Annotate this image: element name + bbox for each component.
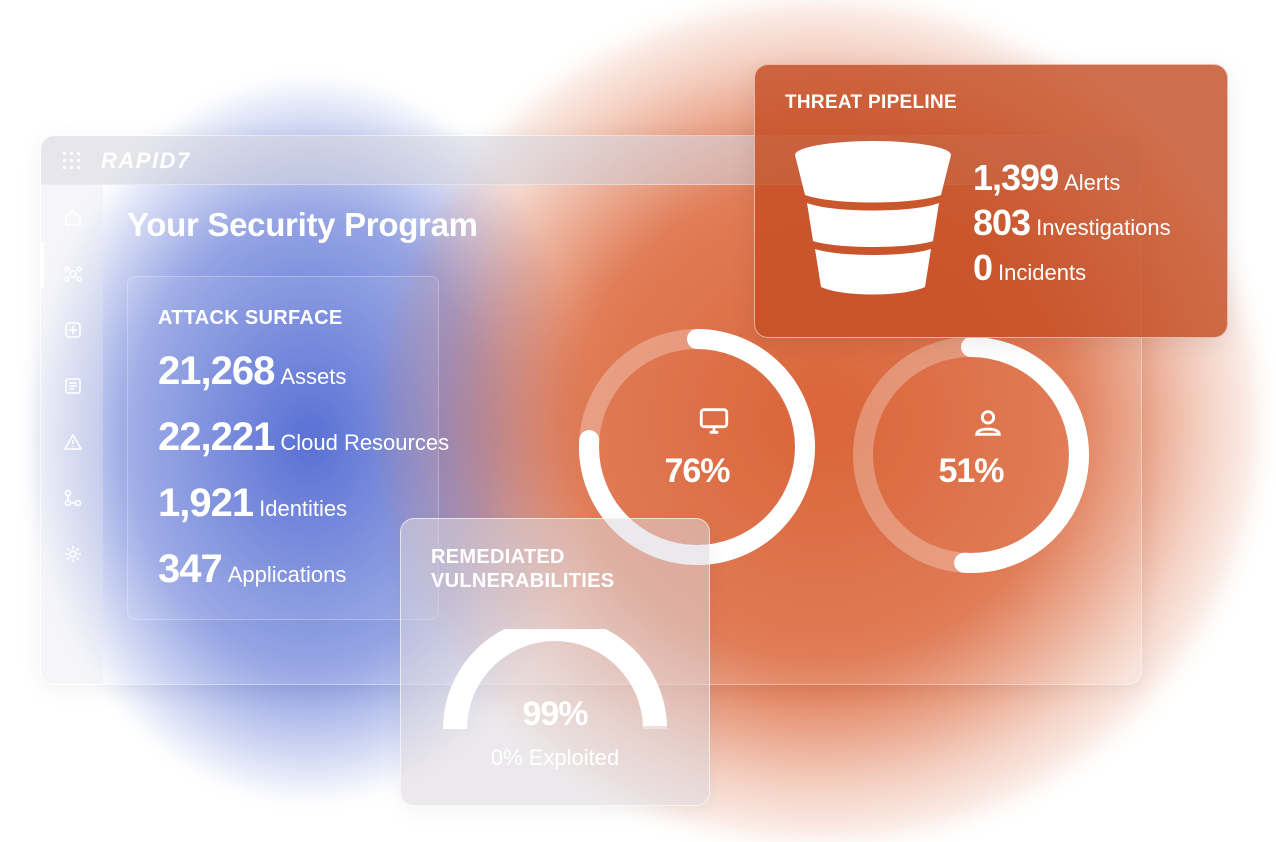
home-icon[interactable] xyxy=(63,208,83,228)
stat-label: Alerts xyxy=(1064,170,1121,195)
exploited-subtext: 0% Exploited xyxy=(490,745,620,770)
stat-label: Investigations xyxy=(1036,215,1171,240)
threat-pipeline-card: THREAT PIPELINE 1,399 Alerts 803 Investiga… xyxy=(754,64,1228,338)
stat-label: Identities xyxy=(259,496,348,521)
funnel-icon xyxy=(793,137,953,312)
page-title: Your Security Program xyxy=(127,206,478,243)
stat-value: 347 xyxy=(158,547,223,591)
stat-value: 22,221 xyxy=(158,415,275,459)
stat-label: Cloud Resources xyxy=(280,430,450,455)
stat-value: 21,268 xyxy=(158,349,275,393)
remediated-vulnerabilities-card: REMEDIATED VULNERABILITIES 99% 0% Exploi… xyxy=(400,518,710,806)
stat-assets: 21,268 Assets xyxy=(158,349,346,394)
alert-icon[interactable] xyxy=(63,432,83,452)
add-box-icon[interactable] xyxy=(63,320,83,340)
remediated-percent: 99% xyxy=(522,695,588,733)
stat-incidents: 0 Incidents xyxy=(973,247,1086,289)
threat-pipeline-heading: THREAT PIPELINE xyxy=(785,92,957,113)
settings-icon[interactable] xyxy=(63,544,83,564)
document-icon[interactable] xyxy=(63,376,83,396)
remediated-heading: REMEDIATED VULNERABILITIES xyxy=(431,546,615,592)
stat-applications: 347 Applications xyxy=(158,547,346,592)
donut-percent: 76% xyxy=(664,452,730,490)
stat-identities: 1,921 Identities xyxy=(158,481,347,526)
stat-alerts: 1,399 Alerts xyxy=(973,157,1120,199)
stat-value: 1,399 xyxy=(973,157,1059,198)
stat-value: 1,921 xyxy=(158,481,254,525)
brand-logo: RAPID7 xyxy=(101,148,191,173)
stat-investigations: 803 Investigations xyxy=(973,202,1171,244)
sidebar xyxy=(41,184,103,684)
network-icon[interactable] xyxy=(63,264,83,284)
stat-value: 0 xyxy=(973,247,993,288)
identity-coverage-donut: 51% xyxy=(852,336,1090,574)
attack-surface-heading: ATTACK SURFACE xyxy=(158,307,343,329)
app-grid-icon[interactable] xyxy=(63,152,81,170)
stat-label: Incidents xyxy=(998,260,1087,285)
stat-value: 803 xyxy=(973,202,1031,243)
workflow-icon[interactable] xyxy=(63,488,83,508)
attack-surface-card: ATTACK SURFACE 21,268 Assets 22,221 Cloud … xyxy=(127,276,449,620)
donut-percent: 51% xyxy=(938,452,1004,490)
sidebar-active-indicator xyxy=(41,242,44,288)
stat-label: Applications xyxy=(227,562,347,587)
stat-cloud-resources: 22,221 Cloud Resources xyxy=(158,415,449,460)
stat-label: Assets xyxy=(280,364,347,389)
